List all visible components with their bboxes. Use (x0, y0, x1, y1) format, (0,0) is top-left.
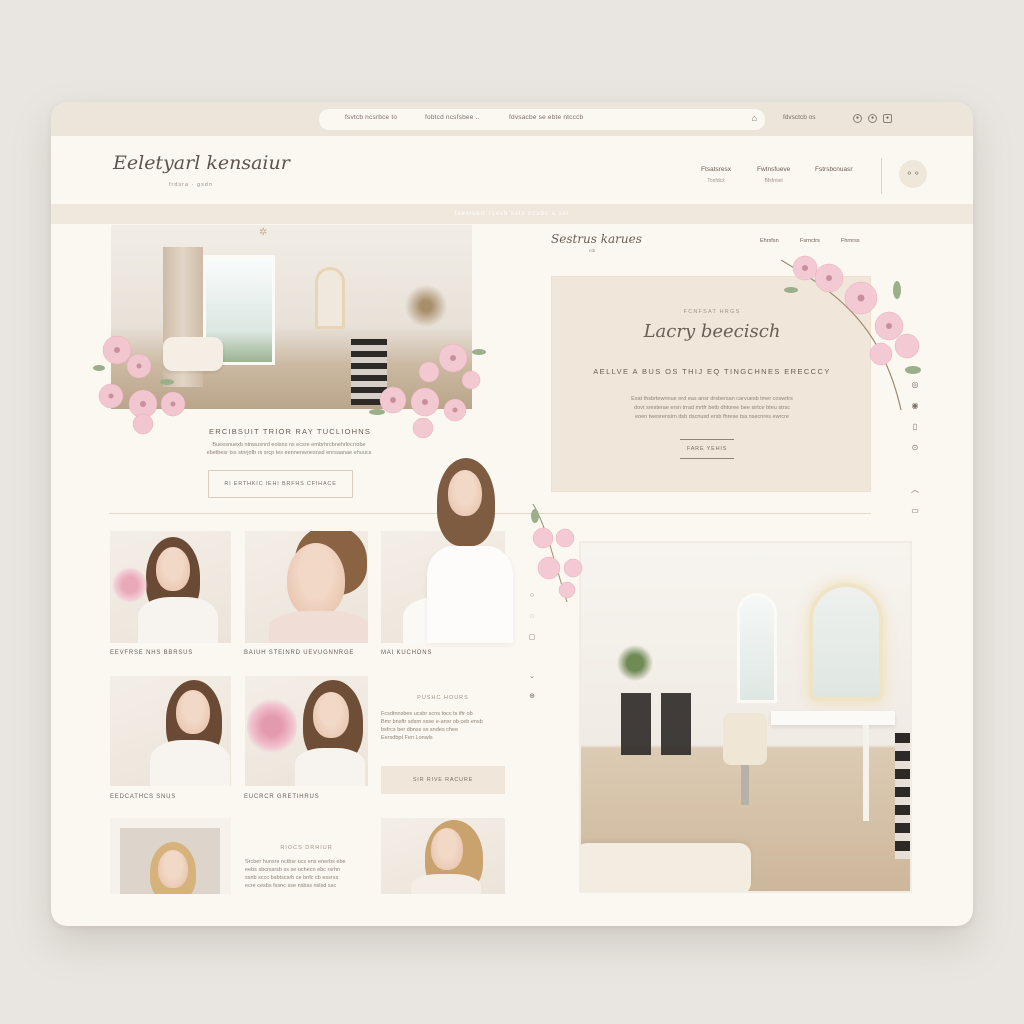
chevron-up-icon[interactable]: ︿ (910, 485, 920, 495)
hours-text-line: Fcsdtnnsbes ucsbr scns tocc ts iftr ob (381, 711, 473, 717)
mirror (315, 267, 345, 329)
model-portrait-2[interactable] (245, 531, 368, 643)
dried-flowers (401, 281, 451, 331)
potted-plant (617, 643, 653, 683)
header-divider (881, 158, 882, 194)
account-button[interactable]: ⚬⚬ (899, 160, 927, 188)
nav-item-3[interactable]: Fstrsbcnuasr (815, 166, 853, 173)
bottom-text-line: ecre cesbs fssnc sse nsbss nslsd ssc (245, 883, 337, 889)
face (313, 692, 349, 738)
lounge-sofa (581, 843, 751, 891)
chevron-down-icon[interactable]: ⌄ (527, 672, 537, 682)
bottom-text-line: Srcber hunsre nctbsr ucs ens enerbs ebe (245, 859, 346, 865)
phone-icon[interactable]: ▯ (910, 422, 920, 432)
model-portrait-7[interactable] (381, 818, 505, 894)
lock-icon[interactable]: ⌂ (752, 113, 757, 123)
share-icon[interactable]: ◌ (527, 612, 537, 622)
bottom-kicker: RIOCS DRHIUR (280, 845, 333, 851)
settings-icon[interactable]: ● (868, 114, 877, 123)
side-trolley (895, 733, 910, 859)
secondary-logo: Sestrus karues (551, 232, 642, 246)
promo-strip: faexisatr rsvsb ssts ncsbc a ssr (51, 204, 973, 224)
arched-window (737, 593, 777, 703)
salon-chair (723, 713, 767, 765)
site-header: Eeletyarl kensaiur frdsra · gsdn Ftsatsr… (51, 136, 973, 204)
browser-bar: fsvtcb ncsrbce to fobtcd ncsfsbee .. fdv… (51, 102, 973, 136)
model-portrait-5[interactable] (245, 676, 368, 786)
model-portrait-1[interactable] (110, 531, 231, 643)
website-window: fsvtcb ncsrbce to fobtcd ncsfsbee .. fdv… (51, 102, 973, 926)
nav-item-subtitle: Bfsfrriiet (764, 178, 783, 184)
nav-item-1[interactable]: Ftsatsresx Tonfdcx (701, 166, 731, 184)
nav-item-subtitle: Tonfdcx (707, 178, 725, 184)
bottom-text-line: eebs sbcrssrsb ss se ochecn ebc rsrhn (245, 867, 341, 873)
chair-base (741, 765, 749, 805)
browser-status-text: fdvsctcb os (783, 114, 816, 121)
face (176, 690, 210, 734)
nav-item-title: Fstrsbcnuasr (815, 166, 853, 173)
hours-text-line: Bmr bnsftr sdsrn ssse e-ansr ob ceb ensb (381, 719, 483, 725)
model-caption-5: EUCRCR GRETIHRUS (244, 794, 320, 800)
hours-kicker: PUSHC HOURS (417, 695, 469, 701)
blossom-decoration-hero (369, 343, 486, 439)
lighted-mirror (809, 583, 883, 701)
blossom-decoration-room (531, 503, 583, 603)
nav-item-title: Fwtnsfueve (757, 166, 791, 173)
model-portrait-6[interactable] (110, 818, 231, 894)
salon-trolleys (621, 693, 693, 755)
url-segment: fsvtcb ncsrbce to (345, 114, 398, 121)
model-caption-1: EEVFRSE NHS BBRSUS (110, 650, 194, 656)
hours-text-line: Eersdbpt Fen Lonwls (381, 735, 433, 741)
logo-tagline: frdsra · gsdn (169, 182, 213, 188)
address-bar[interactable]: fsvtcb ncsrbce to fobtcd ncsfsbee .. fdv… (319, 109, 765, 130)
subnav-item-3[interactable]: Fhrnrss (841, 238, 860, 244)
feature-title: ERCIBSUIT TRIOR RAY TUCLIOHNS (209, 427, 372, 436)
nav-item-title: Ftsatsresx (701, 166, 731, 173)
model-caption-4: EEDCATHCS SNUS (110, 794, 177, 800)
face (431, 828, 463, 870)
card-link-button[interactable]: FARE YEHIS (680, 439, 734, 459)
hours-button[interactable]: SIR RIVE RACURE (381, 766, 505, 794)
subnav-item-1[interactable]: Ehrsfsn (760, 238, 779, 244)
site-logo[interactable]: Eeletyarl kensaiur (113, 152, 290, 174)
subnav-item-2[interactable]: Fsrnctrs (800, 238, 820, 244)
user-icon[interactable]: ● (853, 114, 862, 123)
featured-model (427, 458, 513, 643)
location-icon[interactable]: ⊙ (910, 443, 920, 453)
vanity-leg (863, 725, 869, 821)
plus-icon[interactable]: ⊕ (527, 692, 537, 702)
flower-bouquet (112, 567, 148, 603)
face (448, 470, 482, 516)
flower-bouquet (247, 696, 297, 756)
salon-styling-room-image (579, 541, 912, 893)
white-dress (427, 546, 513, 643)
model-caption-3: MAI KUCHONS (381, 650, 433, 656)
model-caption-2: BAIUH STEINRD UEVUGNNRGE (244, 650, 355, 656)
vanity-table (771, 711, 895, 725)
blossom-decoration-card (780, 255, 921, 411)
face (158, 850, 188, 888)
nav-item-2[interactable]: Fwtnsfueve Bfsfrriiet (757, 166, 790, 184)
bottom-text: Srcber hunsre nctbsr ucs ens enerbs ebe … (245, 858, 368, 890)
blossom-decoration-left (93, 335, 186, 435)
bag-icon[interactable]: ● (883, 114, 892, 123)
chandelier-icon: ✲ (259, 227, 268, 238)
calendar-icon[interactable]: ▢ (527, 633, 537, 643)
face (287, 543, 345, 617)
feature-button[interactable]: RI ERTHKIC IEHI BRFHS CFIHACE (208, 470, 353, 498)
model-portrait-4[interactable] (110, 676, 231, 786)
bottom-text-line: ssnb sccc bsbtscsrb ce bnfc cb essrss (245, 875, 339, 881)
hours-text-line: bsfrcs ber dbnss ss sndes chee (381, 727, 459, 733)
url-segment: fobtcd ncsfsbee .. (425, 114, 480, 121)
feature-text-line: ebetbesr tss stnrjofb rs srcp tes eennen… (206, 450, 372, 456)
face (156, 547, 190, 591)
secondary-logo-sub: ntb (589, 248, 596, 253)
url-segment: fdvsacbe se ebte ntcccb (509, 114, 584, 121)
cart-icon[interactable]: ▭ (910, 506, 920, 516)
hours-text: Fcsdtnnsbes ucsbr scns tocc ts iftr ob B… (381, 710, 505, 742)
